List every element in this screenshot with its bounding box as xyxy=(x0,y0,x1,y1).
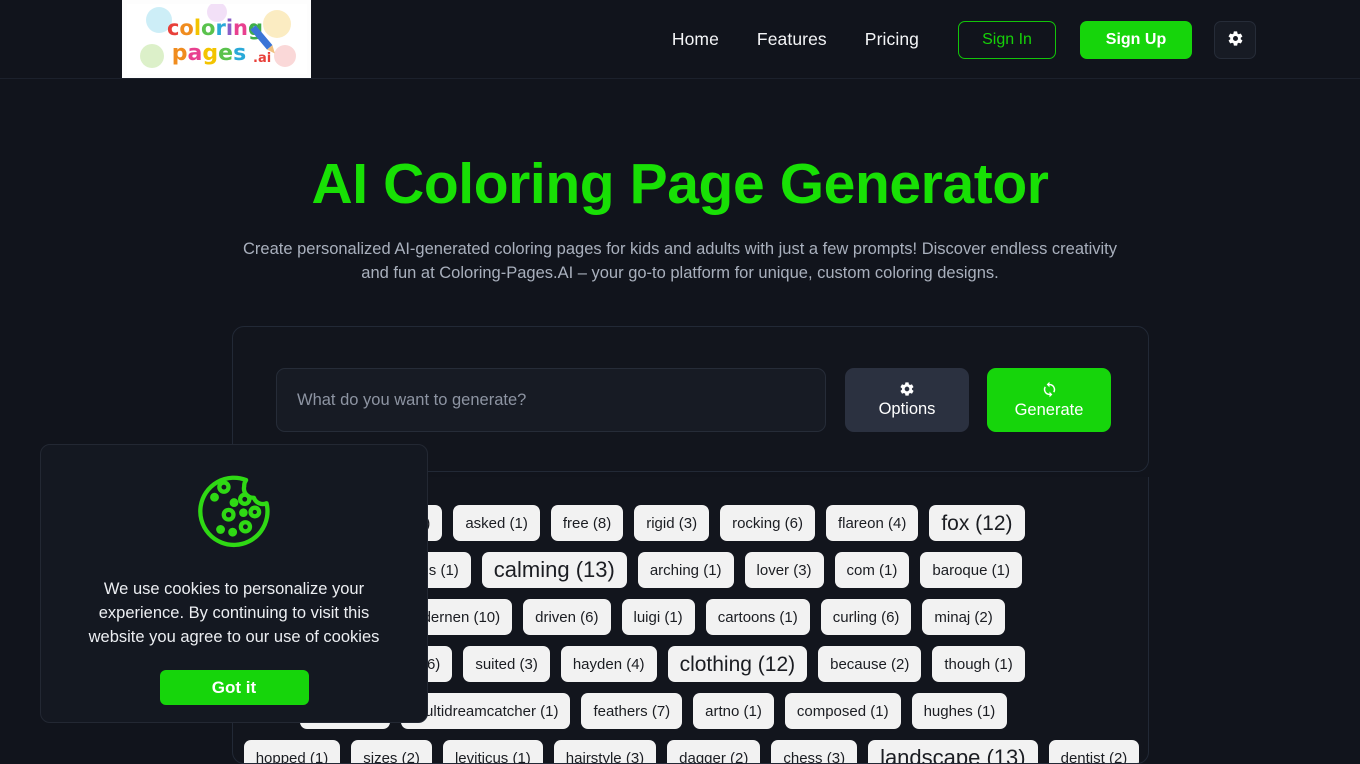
tag-chip[interactable]: asked (1) xyxy=(453,505,540,541)
svg-text:.ai: .ai xyxy=(253,51,271,66)
tag-chip[interactable]: baroque (1) xyxy=(920,552,1022,588)
tag-cloud-row: hopped (1) sizes (2) leviticus (1) hairstyl… xyxy=(233,739,1148,763)
hero-section: AI Coloring Page Generator Create person… xyxy=(0,79,1360,285)
cookie-icon xyxy=(41,469,427,555)
nav-item-home[interactable]: Home xyxy=(662,23,729,56)
tag-chip[interactable]: minaj (2) xyxy=(922,599,1005,635)
svg-text:pages: pages xyxy=(171,41,245,66)
tag-chip[interactable]: free (8) xyxy=(550,505,624,541)
tag-chip[interactable]: hopped (1) xyxy=(243,740,341,763)
tag-chip[interactable]: rigid (3) xyxy=(634,505,710,541)
main-nav: Home Features Pricing Sign In Sign Up xyxy=(662,0,1256,79)
generate-button-label: Generate xyxy=(1014,400,1084,419)
tag-chip[interactable]: calming (13) xyxy=(481,552,627,588)
tag-chip[interactable]: rocking (6) xyxy=(720,505,815,541)
refresh-icon xyxy=(1041,381,1058,398)
gear-icon xyxy=(899,381,915,397)
tag-chip[interactable]: chess (3) xyxy=(771,740,858,763)
tag-chip[interactable]: composed (1) xyxy=(784,693,901,729)
tag-chip[interactable]: hayden (4) xyxy=(560,646,657,682)
options-button[interactable]: Options xyxy=(845,368,969,432)
generate-button[interactable]: Generate xyxy=(987,368,1111,432)
nav-item-features[interactable]: Features xyxy=(747,23,837,56)
cookie-message: We use cookies to personalize your exper… xyxy=(88,580,380,646)
tag-chip[interactable]: clothing (12) xyxy=(667,646,808,682)
tag-chip[interactable]: feathers (7) xyxy=(581,693,683,729)
tag-chip[interactable]: driven (6) xyxy=(523,599,611,635)
tag-chip[interactable]: com (1) xyxy=(834,552,910,588)
tag-chip[interactable]: lover (3) xyxy=(744,552,824,588)
tag-chip[interactable]: dentist (2) xyxy=(1048,740,1140,763)
nav-item-pricing[interactable]: Pricing xyxy=(855,23,929,56)
tag-chip[interactable]: cartoons (1) xyxy=(705,599,810,635)
hero-subtitle: Create personalized AI-generated colorin… xyxy=(242,240,1118,283)
tag-chip[interactable]: landscape (13) xyxy=(868,740,1038,763)
tag-chip[interactable]: curling (6) xyxy=(820,599,912,635)
generator-controls: Options Generate xyxy=(276,368,1111,432)
site-header: coloring pages .ai Home Features Pricing… xyxy=(0,0,1360,79)
cookie-accept-button[interactable]: Got it xyxy=(159,670,309,705)
tag-chip[interactable]: luigi (1) xyxy=(621,599,695,635)
tag-chip[interactable]: artno (1) xyxy=(693,693,774,729)
brand-logo-image: coloring pages .ai xyxy=(126,4,307,74)
tag-chip[interactable]: flareon (4) xyxy=(825,505,919,541)
options-button-label: Options xyxy=(878,400,936,418)
page-title: AI Coloring Page Generator xyxy=(311,152,1049,216)
cookie-consent-banner: We use cookies to personalize your exper… xyxy=(40,444,428,723)
tag-chip[interactable]: fox (12) xyxy=(929,505,1025,541)
tag-chip[interactable]: because (2) xyxy=(818,646,922,682)
sign-up-button[interactable]: Sign Up xyxy=(1080,20,1192,59)
tag-chip[interactable]: suited (3) xyxy=(463,646,550,682)
tag-chip[interactable]: sizes (2) xyxy=(351,740,432,763)
sign-in-button[interactable]: Sign In xyxy=(958,20,1056,59)
tag-chip[interactable]: leviticus (1) xyxy=(442,740,543,763)
prompt-input[interactable] xyxy=(276,368,826,432)
svg-text:coloring: coloring xyxy=(166,16,262,40)
tag-chip[interactable]: arching (1) xyxy=(637,552,734,588)
tag-chip[interactable]: hairstyle (3) xyxy=(553,740,657,763)
tag-chip[interactable]: though (1) xyxy=(932,646,1025,682)
tag-chip[interactable]: dagger (2) xyxy=(667,740,761,763)
gear-icon xyxy=(1227,30,1244,50)
tag-chip[interactable]: hughes (1) xyxy=(911,693,1008,729)
settings-button[interactable] xyxy=(1214,20,1256,59)
brand-logo[interactable]: coloring pages .ai xyxy=(122,0,311,78)
